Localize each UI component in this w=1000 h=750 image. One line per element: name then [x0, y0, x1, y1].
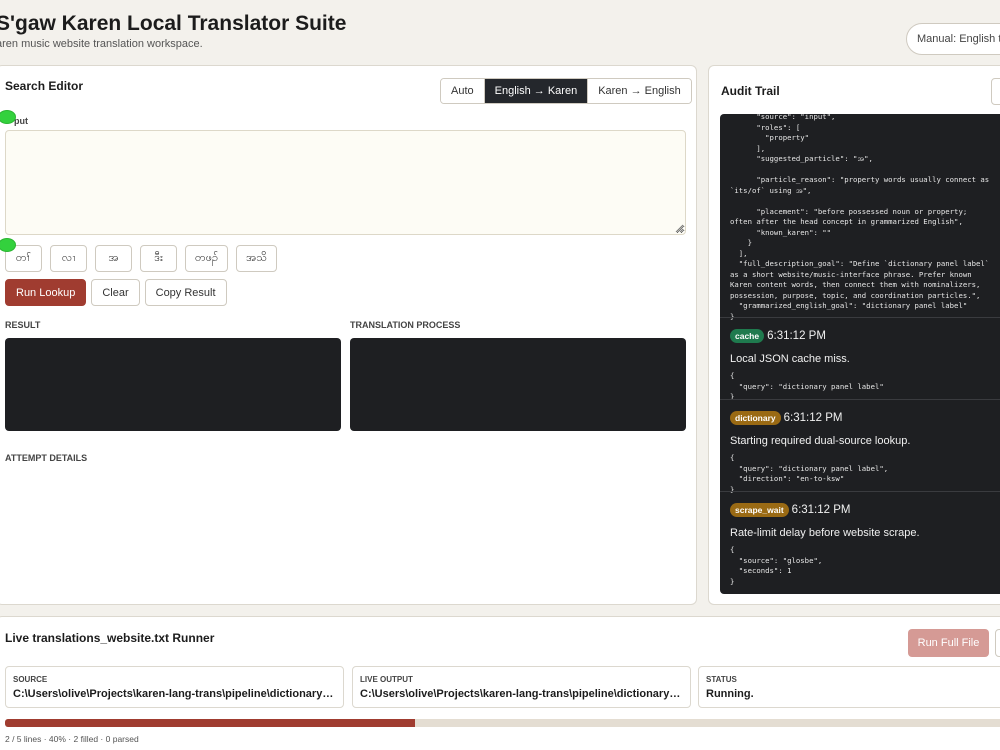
log-time: 6:31:12 PM: [791, 503, 851, 516]
progress-text: 2 / 5 lines · 40% · 2 filled · 0 parsed: [5, 734, 139, 744]
audit-trail-title: Audit Trail: [721, 84, 780, 98]
particle-buttons: တၢ် လၢ အ ဒီး တဖၣ် အသိ: [5, 245, 277, 272]
tab-auto[interactable]: Auto: [441, 79, 485, 103]
particle-button[interactable]: အသိ: [236, 245, 277, 272]
tab-karen-to-english[interactable]: Karen → English: [588, 79, 691, 103]
run-lookup-button[interactable]: Run Lookup: [5, 279, 87, 306]
log-message: Starting required dual-source lookup.: [730, 435, 911, 447]
mode-selector[interactable]: Manual: English t: [906, 23, 1000, 55]
direction-tabs: Auto English → Karen Karen → English: [440, 78, 692, 104]
source-card: SOURCE C:\Users\olive\Projects\karen-lan…: [5, 666, 344, 708]
log-message: Rate-limit delay before website scrape.: [730, 527, 920, 539]
input-textarea[interactable]: [5, 130, 686, 235]
app-subtitle: aren music website translation workspace…: [0, 38, 203, 50]
result-label: RESULT: [5, 320, 41, 330]
resize-grip-icon[interactable]: [674, 223, 684, 233]
audit-json-block: "source": "input", "roles": [ "property"…: [730, 114, 990, 321]
status-card: STATUS Running.: [698, 666, 1000, 708]
translation-process-output: [350, 338, 686, 431]
runner-secondary-button[interactable]: [995, 629, 1000, 657]
particle-button[interactable]: အ: [95, 245, 132, 272]
audit-log[interactable]: "source": "input", "roles": [ "property"…: [720, 114, 1000, 594]
copy-result-button[interactable]: Copy Result: [144, 279, 227, 306]
live-output-path: C:\Users\olive\Projects\karen-lang-trans…: [360, 688, 683, 700]
audit-action-button[interactable]: [991, 78, 1000, 105]
attempt-details-label: ATTEMPT DETAILS: [5, 453, 88, 463]
live-output-card: LIVE OUTPUT C:\Users\olive\Projects\kare…: [352, 666, 691, 708]
particle-button[interactable]: ဒီး: [140, 245, 177, 272]
translation-process-label: TRANSLATION PROCESS: [350, 320, 461, 330]
log-detail: { "query": "dictionary panel label", "di…: [730, 453, 889, 494]
log-badge: cache: [730, 328, 765, 343]
progress-fill: [5, 719, 415, 727]
source-label: SOURCE: [13, 675, 48, 684]
input-label: put: [14, 116, 28, 126]
log-badge: scrape_wait: [730, 502, 789, 517]
status-label: STATUS: [706, 675, 737, 684]
runner-title: Live translations_website.txt Runner: [5, 631, 215, 645]
log-detail: { "source": "glosbe", "seconds": 1 }: [730, 545, 823, 586]
log-message: Local JSON cache miss.: [730, 353, 850, 365]
tab-english-to-karen[interactable]: English → Karen: [484, 79, 589, 103]
particle-button[interactable]: လၢ: [50, 245, 87, 272]
search-editor-panel: Search Editor Auto English → Karen Karen…: [0, 65, 697, 605]
app-title: S'gaw Karen Local Translator Suite: [0, 12, 347, 35]
search-editor-title: Search Editor: [5, 79, 84, 93]
editor-actions: Run Lookup Clear Copy Result: [5, 279, 227, 306]
log-detail: { "query": "dictionary panel label" }: [730, 371, 884, 401]
log-entry: dictionary 6:31:12 PM Starting required d…: [720, 399, 1000, 495]
clear-button[interactable]: Clear: [91, 279, 140, 306]
run-full-file-button[interactable]: Run Full File: [908, 629, 989, 657]
runner-panel: Live translations_website.txt Runner Run…: [0, 616, 1000, 750]
log-badge: dictionary: [730, 410, 781, 425]
result-output: [5, 338, 341, 431]
audit-trail-panel: Audit Trail "source": "input", "roles": …: [708, 65, 1000, 605]
log-entry: cache 6:31:12 PM Local JSON cache miss. {…: [720, 317, 1000, 403]
log-entry: scrape_wait 6:31:12 PM Rate-limit delay b…: [720, 491, 1000, 587]
source-path: C:\Users\olive\Projects\karen-lang-trans…: [13, 688, 336, 700]
particle-button[interactable]: တဖၣ်: [185, 245, 229, 272]
log-time: 6:31:12 PM: [783, 411, 843, 424]
status-value: Running.: [706, 688, 754, 700]
live-output-label: LIVE OUTPUT: [360, 675, 413, 684]
progress-bar: [5, 719, 1000, 727]
log-time: 6:31:12 PM: [767, 329, 826, 342]
